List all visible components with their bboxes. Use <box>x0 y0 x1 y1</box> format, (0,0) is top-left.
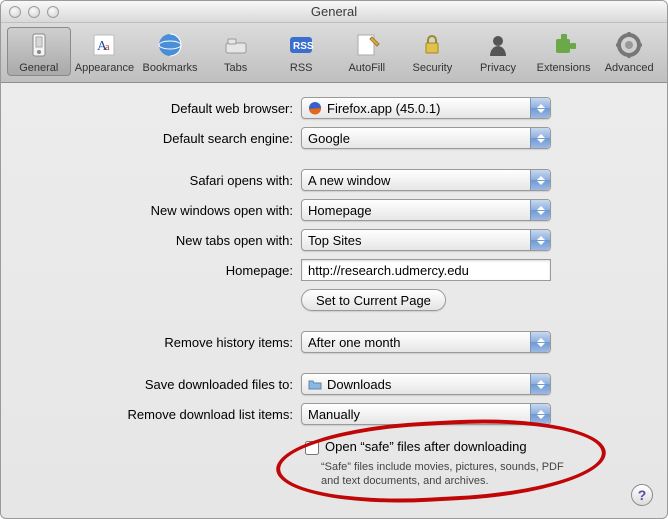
preferences-window: General General Aa Appearance Bookmarks <box>0 0 668 519</box>
default-browser-value: Firefox.app (45.0.1) <box>327 101 440 116</box>
privacy-icon <box>482 29 514 61</box>
firefox-icon <box>308 101 322 115</box>
popup-arrows-icon <box>530 98 550 118</box>
toolbar-item-autofill[interactable]: AutoFill <box>335 27 399 76</box>
svg-text:a: a <box>105 42 110 53</box>
rss-icon: RSS <box>285 29 317 61</box>
folder-icon <box>308 377 322 391</box>
toolbar-item-extensions[interactable]: Extensions <box>532 27 596 76</box>
toolbar-label: RSS <box>290 62 313 74</box>
save-downloads-label: Save downloaded files to: <box>21 377 301 392</box>
toolbar-label: Privacy <box>480 62 516 74</box>
toolbar-item-privacy[interactable]: Privacy <box>466 27 530 76</box>
save-downloads-value: Downloads <box>327 377 391 392</box>
help-button[interactable]: ? <box>631 484 653 506</box>
toolbar-label: Appearance <box>75 62 134 74</box>
window-title: General <box>1 4 667 19</box>
close-window-button[interactable] <box>9 6 21 18</box>
open-safe-files-label: Open “safe” files after downloading <box>325 439 527 454</box>
default-browser-label: Default web browser: <box>21 101 301 116</box>
popup-arrows-icon <box>530 200 550 220</box>
new-tabs-value: Top Sites <box>308 233 361 248</box>
toolbar-item-advanced[interactable]: Advanced <box>597 27 661 76</box>
advanced-icon <box>613 29 645 61</box>
toolbar-label: Extensions <box>537 62 591 74</box>
appearance-icon: Aa <box>88 29 120 61</box>
bookmarks-icon <box>154 29 186 61</box>
toolbar-item-tabs[interactable]: Tabs <box>204 27 268 76</box>
safari-opens-with-value: A new window <box>308 173 390 188</box>
open-safe-files-checkbox[interactable] <box>305 441 319 455</box>
new-tabs-popup[interactable]: Top Sites <box>301 229 551 251</box>
default-search-value: Google <box>308 131 350 146</box>
remove-dl-list-popup[interactable]: Manually <box>301 403 551 425</box>
set-current-page-button[interactable]: Set to Current Page <box>301 289 446 311</box>
default-search-popup[interactable]: Google <box>301 127 551 149</box>
toolbar-label: Bookmarks <box>142 62 197 74</box>
homepage-label: Homepage: <box>21 263 301 278</box>
safari-opens-with-popup[interactable]: A new window <box>301 169 551 191</box>
titlebar: General <box>1 1 667 23</box>
autofill-icon <box>351 29 383 61</box>
remove-dl-list-value: Manually <box>308 407 360 422</box>
toolbar-item-rss[interactable]: RSS RSS <box>269 27 333 76</box>
new-tabs-label: New tabs open with: <box>21 233 301 248</box>
window-controls <box>1 6 59 18</box>
general-pane: Default web browser: Firefox.app (45.0.1… <box>1 83 667 509</box>
zoom-window-button[interactable] <box>47 6 59 18</box>
remove-history-popup[interactable]: After one month <box>301 331 551 353</box>
safari-opens-with-label: Safari opens with: <box>21 173 301 188</box>
tabs-icon <box>220 29 252 61</box>
remove-history-label: Remove history items: <box>21 335 301 350</box>
toolbar-label: Security <box>413 62 453 74</box>
toolbar-label: AutoFill <box>348 62 385 74</box>
remove-history-value: After one month <box>308 335 401 350</box>
toolbar-item-bookmarks[interactable]: Bookmarks <box>138 27 202 76</box>
popup-arrows-icon <box>530 230 550 250</box>
default-search-label: Default search engine: <box>21 131 301 146</box>
remove-dl-list-label: Remove download list items: <box>21 407 301 422</box>
popup-arrows-icon <box>530 128 550 148</box>
popup-arrows-icon <box>530 170 550 190</box>
prefs-toolbar: General Aa Appearance Bookmarks Tabs RSS… <box>1 23 667 83</box>
new-windows-popup[interactable]: Homepage <box>301 199 551 221</box>
svg-text:RSS: RSS <box>293 41 314 52</box>
open-safe-files-desc: “Safe” files include movies, pictures, s… <box>321 460 581 489</box>
new-windows-label: New windows open with: <box>21 203 301 218</box>
toolbar-label: Tabs <box>224 62 247 74</box>
toolbar-item-general[interactable]: General <box>7 27 71 76</box>
homepage-field[interactable] <box>301 259 551 281</box>
new-windows-value: Homepage <box>308 203 372 218</box>
toolbar-label: General <box>19 62 58 74</box>
toolbar-item-appearance[interactable]: Aa Appearance <box>73 27 137 76</box>
toolbar-label: Advanced <box>605 62 654 74</box>
toolbar-item-security[interactable]: Security <box>401 27 465 76</box>
popup-arrows-icon <box>530 404 550 424</box>
extensions-icon <box>548 29 580 61</box>
popup-arrows-icon <box>530 374 550 394</box>
security-icon <box>416 29 448 61</box>
minimize-window-button[interactable] <box>28 6 40 18</box>
default-browser-popup[interactable]: Firefox.app (45.0.1) <box>301 97 551 119</box>
save-downloads-popup[interactable]: Downloads <box>301 373 551 395</box>
popup-arrows-icon <box>530 332 550 352</box>
general-icon <box>23 29 55 61</box>
